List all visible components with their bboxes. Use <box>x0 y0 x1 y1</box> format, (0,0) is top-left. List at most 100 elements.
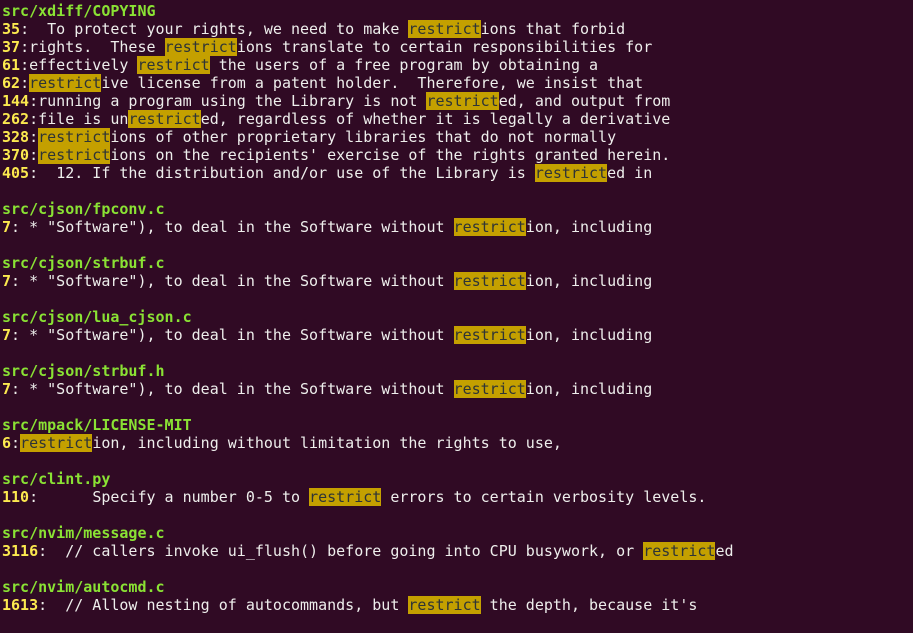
match-highlight: restrict <box>20 434 93 452</box>
line-number: 110 <box>2 488 30 506</box>
separator: : <box>20 20 48 38</box>
separator: : <box>11 326 30 344</box>
match-highlight: restrict <box>453 326 526 344</box>
result-line: 1613: // Allow nesting of autocommands, … <box>2 596 913 614</box>
line-number: 370 <box>2 146 30 164</box>
separator: : <box>29 488 93 506</box>
separator: : <box>29 146 39 164</box>
separator: : <box>20 56 30 74</box>
text-after-match: ed <box>715 542 734 560</box>
text-before-match: // callers invoke ui_flush() before goin… <box>65 542 644 560</box>
match-highlight: restrict <box>137 56 210 74</box>
text-after-match: ion, including <box>525 272 653 290</box>
match-highlight: restrict <box>408 596 481 614</box>
text-after-match: ions that forbid <box>480 20 626 38</box>
result-line: 7: * "Software"), to deal in the Softwar… <box>2 272 913 290</box>
result-line: 37:rights. These restrictions translate … <box>2 38 913 56</box>
separator: : <box>29 92 39 110</box>
text-before-match: * "Software"), to deal in the Software w… <box>29 218 454 236</box>
text-after-match: ive license from a patent holder. Theref… <box>101 74 644 92</box>
line-number: 7 <box>2 380 12 398</box>
match-highlight: restrict <box>128 110 201 128</box>
separator: : <box>11 434 21 452</box>
separator: : <box>38 596 66 614</box>
separator: : <box>11 380 30 398</box>
separator: : <box>38 542 66 560</box>
text-before-match: rights. These <box>29 38 165 56</box>
result-filename: src/cjson/strbuf.h <box>2 362 165 380</box>
text-after-match: ions of other proprietary libraries that… <box>110 128 617 146</box>
result-filename: src/cjson/lua_cjson.c <box>2 308 192 326</box>
result-line: 144:running a program using the Library … <box>2 92 913 110</box>
match-highlight: restrict <box>38 128 111 146</box>
text-after-match: the users of a free program by obtaining… <box>209 56 599 74</box>
match-highlight: restrict <box>38 146 111 164</box>
text-after-match: ions on the recipients' exercise of the … <box>110 146 671 164</box>
match-highlight: restrict <box>534 164 608 182</box>
separator: : <box>20 74 30 92</box>
result-line: 3116: // callers invoke ui_flush() befor… <box>2 542 913 560</box>
result-filename: src/cjson/fpconv.c <box>2 200 165 218</box>
terminal-output: src/xdiff/COPYING 35: To protect your rig… <box>0 0 913 614</box>
separator: : <box>29 110 39 128</box>
text-after-match: ion, including without limitation the ri… <box>92 434 562 452</box>
text-after-match: the depth, because it's <box>480 596 698 614</box>
text-after-match: ed, regardless of whether it is legally … <box>200 110 671 128</box>
line-number: 35 <box>2 20 21 38</box>
result-filename: src/nvim/message.c <box>2 524 165 542</box>
text-before-match: * "Software"), to deal in the Software w… <box>29 326 454 344</box>
text-before-match: running a program using the Library is n… <box>38 92 427 110</box>
match-highlight: restrict <box>426 92 499 110</box>
line-number: 61 <box>2 56 21 74</box>
result-line: 110: Specify a number 0-5 to restrict er… <box>2 488 913 506</box>
match-highlight: restrict <box>309 488 382 506</box>
line-number: 262 <box>2 110 30 128</box>
text-after-match: ion, including <box>525 218 653 236</box>
result-line: 7: * "Software"), to deal in the Softwar… <box>2 218 913 236</box>
text-before-match: file is un <box>38 110 129 128</box>
result-line: 6:restriction, including without limitat… <box>2 434 913 452</box>
text-before-match: effectively <box>29 56 138 74</box>
text-before-match: * "Software"), to deal in the Software w… <box>29 380 454 398</box>
line-number: 37 <box>2 38 21 56</box>
result-line: 7: * "Software"), to deal in the Softwar… <box>2 326 913 344</box>
line-number: 7 <box>2 272 12 290</box>
text-before-match: 12. If the distribution and/or use of th… <box>56 164 535 182</box>
line-number: 7 <box>2 218 12 236</box>
result-line: 405: 12. If the distribution and/or use … <box>2 164 913 182</box>
text-after-match: errors to certain verbosity levels. <box>381 488 707 506</box>
result-line: 370:restrictions on the recipients' exer… <box>2 146 913 164</box>
match-highlight: restrict <box>29 74 102 92</box>
result-line: 62:restrictive license from a patent hol… <box>2 74 913 92</box>
line-number: 405 <box>2 164 30 182</box>
text-after-match: ion, including <box>525 380 653 398</box>
result-line: 7: * "Software"), to deal in the Softwar… <box>2 380 913 398</box>
result-line: 61:effectively restrict the users of a f… <box>2 56 913 74</box>
result-line: 262:file is unrestricted, regardless of … <box>2 110 913 128</box>
text-after-match: ion, including <box>525 326 653 344</box>
line-number: 328 <box>2 128 30 146</box>
separator: : <box>29 164 57 182</box>
match-highlight: restrict <box>453 272 526 290</box>
separator: : <box>20 38 30 56</box>
text-before-match: * "Software"), to deal in the Software w… <box>29 272 454 290</box>
match-highlight: restrict <box>408 20 481 38</box>
match-highlight: restrict <box>453 218 526 236</box>
line-number: 62 <box>2 74 21 92</box>
line-number: 3116 <box>2 542 39 560</box>
line-number: 144 <box>2 92 30 110</box>
text-after-match: ions translate to certain responsibiliti… <box>236 38 653 56</box>
result-filename: src/nvim/autocmd.c <box>2 578 165 596</box>
text-after-match: ed, and output from <box>498 92 671 110</box>
separator: : <box>29 128 39 146</box>
separator: : <box>11 218 30 236</box>
result-filename: src/mpack/LICENSE-MIT <box>2 416 192 434</box>
match-highlight: restrict <box>164 38 237 56</box>
separator: : <box>11 272 30 290</box>
